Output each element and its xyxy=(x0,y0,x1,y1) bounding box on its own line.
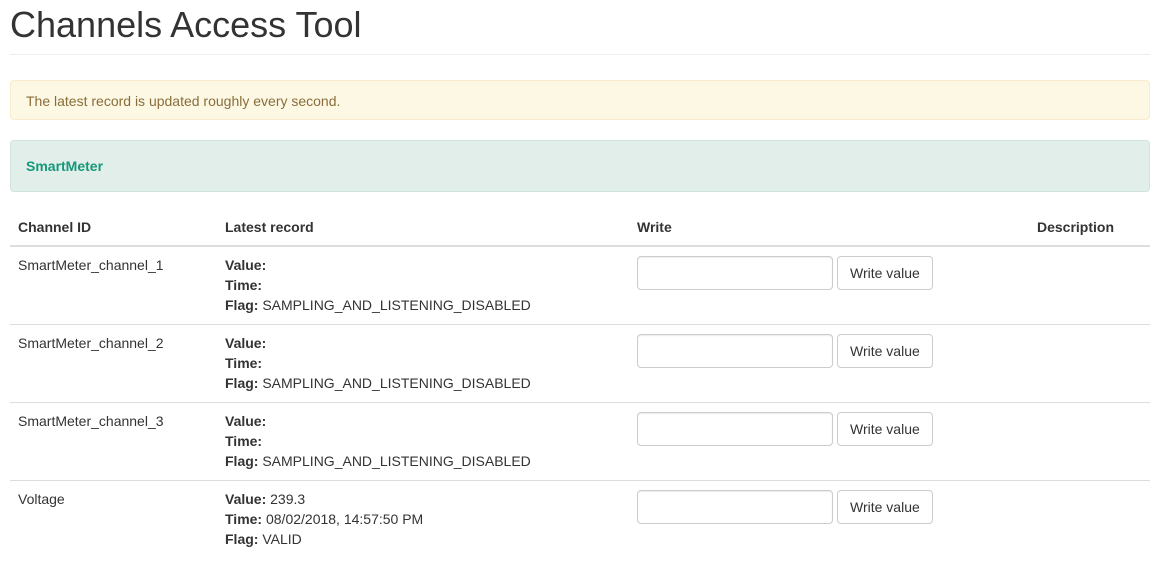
write-value-button[interactable]: Write value xyxy=(837,256,933,290)
record-time-label: Time: xyxy=(225,433,263,449)
channel-id-cell: SmartMeter_channel_1 xyxy=(18,257,164,273)
table-header-row: Channel ID Latest record Write Descripti… xyxy=(10,219,1150,247)
record-flag-label: Flag: xyxy=(225,375,259,391)
column-header-write: Write xyxy=(629,219,1029,247)
write-value-input[interactable] xyxy=(637,412,833,446)
write-group: Write value xyxy=(637,334,1021,368)
record-time-label: Time: xyxy=(225,355,263,371)
write-group: Write value xyxy=(637,412,1021,446)
table-row: SmartMeter_channel_1 Value: Time: Flag: … xyxy=(10,246,1150,325)
record-value-label: Value: xyxy=(225,491,267,507)
table-row: Voltage Value: 239.3 Time: 08/02/2018, 1… xyxy=(10,480,1150,558)
write-value-button[interactable]: Write value xyxy=(837,334,933,368)
record-value-label: Value: xyxy=(225,257,267,273)
column-header-latest-record: Latest record xyxy=(217,219,629,247)
description-cell xyxy=(1029,480,1150,558)
column-header-channel-id: Channel ID xyxy=(10,219,217,247)
write-cell: Write value xyxy=(629,480,1029,558)
channel-id-cell: SmartMeter_channel_2 xyxy=(10,324,217,403)
update-notice: The latest record is updated roughly eve… xyxy=(10,80,1150,120)
channel-id-cell: Voltage xyxy=(10,480,217,558)
record-flag: SAMPLING_AND_LISTENING_DISABLED xyxy=(262,453,531,469)
latest-record-cell: Value: 239.3 Time: 08/02/2018, 14:57:50 … xyxy=(217,480,629,558)
record-time-label: Time: xyxy=(225,277,263,293)
update-notice-text: The latest record is updated roughly eve… xyxy=(26,93,341,109)
write-cell: Write value xyxy=(629,324,1029,403)
record-value-label: Value: xyxy=(225,335,267,351)
record-value-label: Value: xyxy=(225,413,267,429)
record-value-line: Value: xyxy=(225,333,621,353)
page-title: Channels Access Tool xyxy=(10,0,1150,55)
record-value-line: Value: xyxy=(225,255,621,275)
record-value: 239.3 xyxy=(270,491,306,507)
write-value-input[interactable] xyxy=(637,334,833,368)
description-cell xyxy=(1029,246,1150,325)
record-time-line: Time: xyxy=(225,431,621,451)
latest-record-cell: Value: Time: Flag: SAMPLING_AND_LISTENIN… xyxy=(217,246,629,325)
latest-record-cell: Value: Time: Flag: SAMPLING_AND_LISTENIN… xyxy=(217,402,629,481)
record-value-line: Value: xyxy=(225,411,621,431)
record-time-line: Time: 08/02/2018, 14:57:50 PM xyxy=(225,509,621,529)
record-value-line: Value: 239.3 xyxy=(225,489,621,509)
write-value-button[interactable]: Write value xyxy=(837,490,933,524)
channel-id-cell: SmartMeter_channel_3 xyxy=(10,402,217,481)
write-cell: Write value xyxy=(629,246,1029,325)
record-flag-label: Flag: xyxy=(225,297,259,313)
record-time-line: Time: xyxy=(225,353,621,373)
write-value-input[interactable] xyxy=(637,490,833,524)
device-name: SmartMeter xyxy=(26,158,104,174)
record-flag: SAMPLING_AND_LISTENING_DISABLED xyxy=(262,297,531,313)
channels-table: Channel ID Latest record Write Descripti… xyxy=(10,219,1150,558)
record-flag-line: Flag: VALID xyxy=(225,529,621,549)
record-time-line: Time: xyxy=(225,275,621,295)
device-panel-header[interactable]: SmartMeter xyxy=(10,140,1150,192)
write-group: Write value xyxy=(637,256,1021,290)
table-row: SmartMeter_channel_3 Value: Time: Flag: … xyxy=(10,402,1150,481)
description-cell xyxy=(1029,324,1150,403)
record-flag: SAMPLING_AND_LISTENING_DISABLED xyxy=(262,375,531,391)
record-flag-line: Flag: SAMPLING_AND_LISTENING_DISABLED xyxy=(225,295,621,315)
record-time-label: Time: xyxy=(225,511,263,527)
write-value-input[interactable] xyxy=(637,256,833,290)
page-container: Channels Access Tool The latest record i… xyxy=(10,0,1150,558)
column-header-description: Description xyxy=(1029,219,1150,247)
write-value-button[interactable]: Write value xyxy=(837,412,933,446)
record-flag-line: Flag: SAMPLING_AND_LISTENING_DISABLED xyxy=(225,373,621,393)
table-row: SmartMeter_channel_2 Value: Time: Flag: … xyxy=(10,324,1150,403)
record-flag: VALID xyxy=(262,531,302,547)
record-time: 08/02/2018, 14:57:50 PM xyxy=(265,511,424,527)
record-flag-line: Flag: SAMPLING_AND_LISTENING_DISABLED xyxy=(225,451,621,471)
record-flag-label: Flag: xyxy=(225,453,259,469)
write-group: Write value xyxy=(637,490,1021,524)
latest-record-cell: Value: Time: Flag: SAMPLING_AND_LISTENIN… xyxy=(217,324,629,403)
write-cell: Write value xyxy=(629,402,1029,481)
description-cell xyxy=(1029,402,1150,481)
record-flag-label: Flag: xyxy=(225,531,259,547)
